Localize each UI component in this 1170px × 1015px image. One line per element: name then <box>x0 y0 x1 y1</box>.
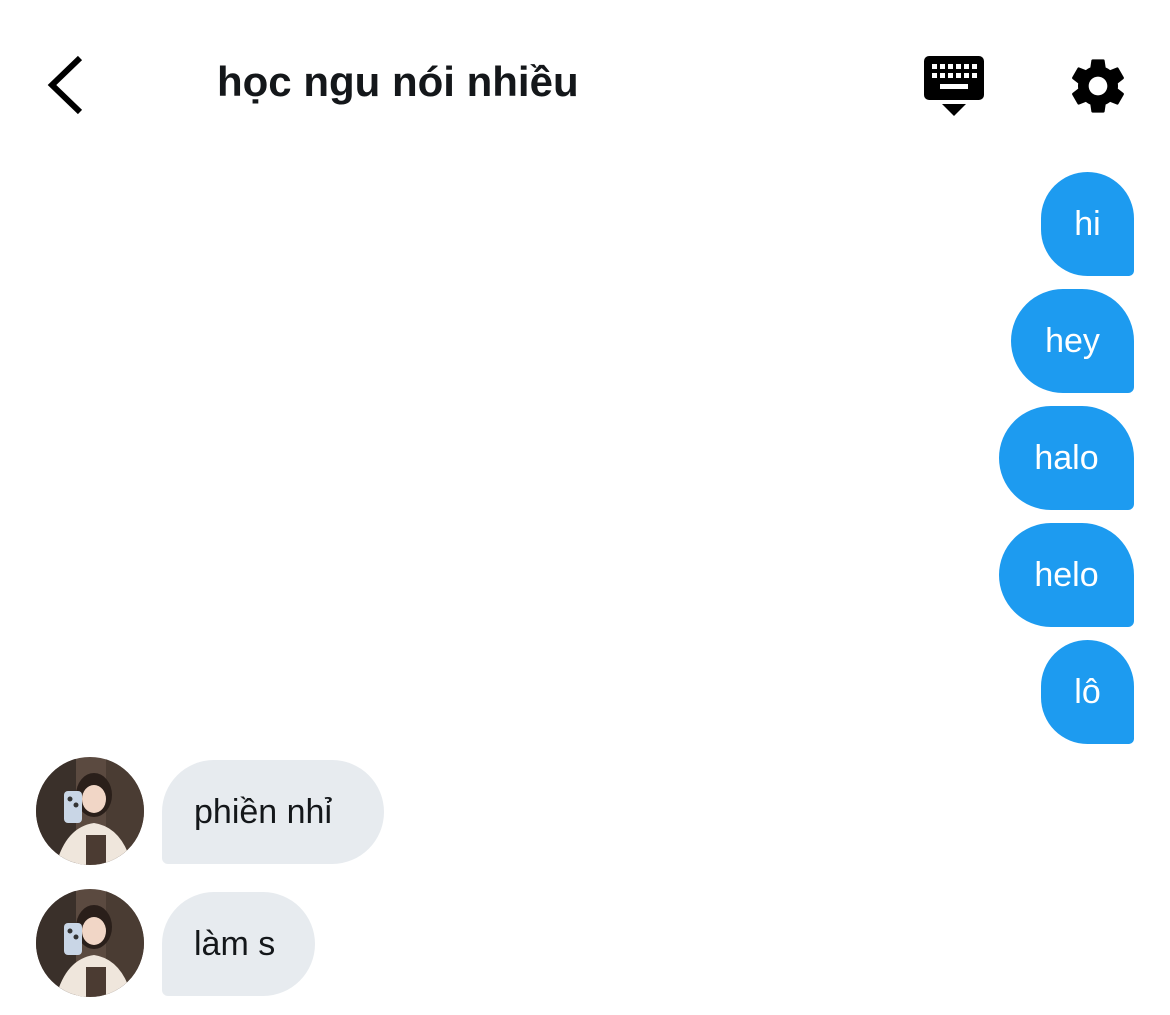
avatar-photo <box>36 757 144 865</box>
outgoing-message[interactable]: hey <box>1011 289 1134 393</box>
avatar[interactable] <box>36 889 144 997</box>
incoming-message[interactable]: phiền nhỉ <box>162 760 384 864</box>
outgoing-message[interactable]: hi <box>1041 172 1134 276</box>
outgoing-message[interactable]: helo <box>999 523 1134 627</box>
message-list: hi hey halo helo lô phiền nhỉ làm s <box>0 0 1170 1015</box>
avatar[interactable] <box>36 757 144 865</box>
incoming-message[interactable]: làm s <box>162 892 315 996</box>
outgoing-message[interactable]: halo <box>999 406 1134 510</box>
dm-conversation-screen: học ngu nói nhiều hi hey halo helo lô ph… <box>0 0 1170 1015</box>
avatar-photo <box>36 889 144 997</box>
outgoing-message[interactable]: lô <box>1041 640 1134 744</box>
